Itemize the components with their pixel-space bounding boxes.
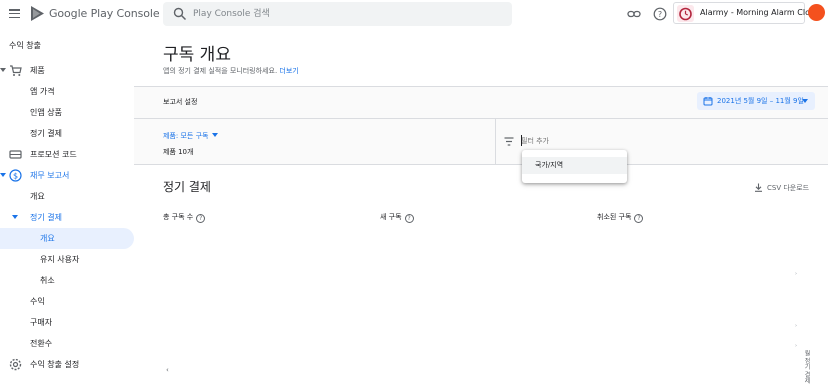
download-icon [755,183,762,192]
svg-text:?: ? [658,10,662,19]
date-range-picker[interactable]: 2021년 5월 9일 – 11월 9일 [697,92,815,110]
sidebar-section-label: 수익 창출 [9,41,41,50]
section-title: 정기 결제 [163,180,211,194]
sidebar-item-label: 취소 [40,276,55,285]
report-settings-label: 보고서 설정 [163,98,198,106]
metric-total-subscriptions: 총 구독 수? [163,212,206,223]
sidebar-item-label: 전환수 [30,339,53,348]
metric-label: 새 구독 [380,213,402,221]
help-icon[interactable]: ? [653,7,667,21]
dollar-icon: $ [9,169,22,182]
help-icon[interactable]: ? [404,214,414,223]
svg-text:$: $ [13,171,18,180]
sidebar-nav: 수익 창출 제품 앱 가격 인앱 상품 정기 결제 프로모션 코드 $ 재무 보… [0,30,134,384]
search-bar[interactable] [163,2,512,26]
metric-new-subscriptions: 새 구독? [380,212,414,223]
sidebar-item-conversions[interactable]: 전환수 [0,333,134,354]
sidebar-item-label: 인앱 상품 [30,108,62,117]
sidebar-item-subscriptions-overview[interactable]: 개요 [0,228,134,249]
selected-app-name: Alarmy - Morning Alarm Clock [700,8,819,17]
ticket-icon [9,150,22,159]
cart-icon [10,65,22,76]
alarm-clock-icon [677,5,694,22]
sidebar-item-label: 프로모션 코드 [30,150,77,159]
sidebar-item-label: 재무 보고서 [30,171,70,180]
chevron-down-icon [802,99,808,103]
date-range-text: 2021년 5월 9일 – 11월 9일 [717,97,804,105]
sidebar-item-retained-users[interactable]: 유지 사용자 [0,249,134,270]
sidebar-item-products[interactable]: 제품 [0,60,134,81]
gear-icon [9,358,22,371]
filter-options-menu: 국가/지역 [522,150,627,183]
search-input[interactable] [193,2,493,26]
sidebar-item-subscriptions-report[interactable]: 정기 결제 [0,207,134,228]
sidebar-item-label: 수익 [30,297,45,306]
calendar-icon [703,97,713,106]
sidebar-section-title: 수익 창출 [0,35,134,56]
sidebar-item-label: 제품 [30,66,45,75]
learn-more-link[interactable]: 더보기 [279,67,298,75]
page-subtitle-text: 앱의 정기 결제 실적을 모니터링하세요. [163,67,278,75]
sidebar-item-label: 구매자 [30,318,53,327]
chevron-right-icon: › [795,271,797,277]
help-icon[interactable]: ? [634,214,644,223]
sidebar-item-monetization-setup[interactable]: 수익 창출 설정 [0,354,134,375]
chevron-down-icon [0,173,6,177]
sidebar-item-app-pricing[interactable]: 앱 가격 [0,81,134,102]
sidebar-item-revenue[interactable]: 수익 [0,291,134,312]
divider [134,164,828,165]
vertical-axis-label: 월 정기 결제 [803,350,810,384]
sidebar-item-financial-reports[interactable]: $ 재무 보고서 [0,165,134,186]
add-filter-input[interactable] [521,134,721,148]
link-icon[interactable] [627,7,641,21]
sidebar-item-label: 앱 가격 [30,87,55,96]
help-icon[interactable]: ? [196,214,206,223]
page-title: 구독 개요 [163,45,231,65]
sidebar-item-cancellations[interactable]: 취소 [0,270,134,291]
menu-item-country-region[interactable]: 국가/지역 [522,157,627,174]
app-title[interactable]: Google Play Console [49,7,160,20]
sidebar-item-label: 유지 사용자 [40,255,80,264]
play-console-logo-icon [31,6,44,21]
csv-download-label: CSV 다운로드 [767,184,810,192]
text-cursor [521,135,522,146]
sidebar-item-label: 정기 결제 [30,213,62,222]
sidebar-item-promo-codes[interactable]: 프로모션 코드 [0,144,134,165]
chevron-left-icon[interactable]: ‹ [166,366,169,374]
sidebar-item-label: 개요 [40,234,55,243]
sidebar-item-overview[interactable]: 개요 [0,186,134,207]
top-app-bar: Google Play Console ? Alarmy - Morning A… [0,0,828,30]
metric-label: 취소된 구독 [597,213,632,221]
chevron-down-icon [12,215,18,219]
menu-icon[interactable] [9,9,20,19]
sidebar-item-subscriptions[interactable]: 정기 결제 [0,123,134,144]
divider [134,86,828,87]
account-avatar[interactable] [808,4,825,21]
chevron-right-icon: › [795,323,797,329]
sidebar-item-buyers[interactable]: 구매자 [0,312,134,333]
metric-cancelled-subscriptions: 취소된 구독? [597,212,644,223]
filter-icon [504,137,514,146]
chevron-down-icon [212,133,219,137]
sidebar-item-label: 수익 창출 설정 [30,360,80,369]
metric-label: 총 구독 수 [163,213,194,221]
sidebar-item-in-app-products[interactable]: 인앱 상품 [0,102,134,123]
divider [495,118,496,164]
divider [134,118,828,119]
chevron-down-icon [0,68,6,72]
sidebar-item-label: 개요 [30,192,45,201]
app-selector[interactable]: Alarmy - Morning Alarm Clock [673,2,819,24]
page-subtitle: 앱의 정기 결제 실적을 모니터링하세요. 더보기 [163,66,299,76]
product-filter-label: 제품: 모든 구독 [163,132,209,140]
sidebar-item-label: 정기 결제 [30,129,62,138]
product-filter-dropdown[interactable]: 제품: 모든 구독 [163,131,219,141]
chevron-right-icon: › [795,343,797,349]
product-count: 제품 10개 [163,148,194,156]
search-icon [173,7,187,21]
